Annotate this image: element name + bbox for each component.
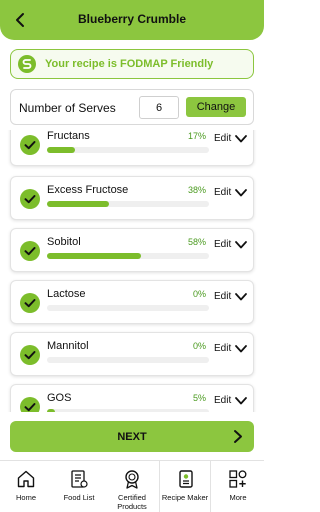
component-percent: 17% bbox=[187, 131, 206, 141]
component-name: Lactose bbox=[47, 288, 86, 300]
progress-track bbox=[47, 357, 209, 363]
chevron-right-icon bbox=[234, 430, 242, 443]
component-percent: 0% bbox=[192, 289, 206, 299]
serves-panel: Number of Serves Change bbox=[10, 89, 254, 125]
progress-track bbox=[47, 409, 209, 412]
check-circle-icon bbox=[20, 241, 40, 261]
check-circle-icon bbox=[20, 135, 40, 155]
component-percent: 38% bbox=[187, 185, 206, 195]
fodmap-list[interactable]: Fructans 17% Edit Excess Fructose 38% Ed… bbox=[0, 130, 264, 412]
nav-home[interactable]: Home bbox=[0, 461, 52, 512]
next-button[interactable]: NEXT bbox=[10, 421, 254, 452]
food-list-icon bbox=[71, 470, 88, 488]
nav-label: More bbox=[229, 493, 247, 502]
check-circle-icon bbox=[20, 293, 40, 313]
progress-track bbox=[47, 201, 209, 207]
check-circle-icon bbox=[20, 189, 40, 209]
more-icon bbox=[229, 470, 247, 488]
list-item-excess-fructose: Excess Fructose 38% Edit bbox=[10, 176, 254, 220]
nav-more[interactable]: More bbox=[212, 461, 264, 512]
chevron-down-icon[interactable] bbox=[235, 240, 247, 250]
check-circle-icon bbox=[20, 397, 40, 412]
list-item-lactose: Lactose 0% Edit bbox=[10, 280, 254, 324]
progress-fill bbox=[47, 253, 141, 259]
chevron-down-icon[interactable] bbox=[235, 188, 247, 198]
nav-label: Recipe Maker bbox=[161, 493, 209, 502]
component-percent: 58% bbox=[187, 237, 206, 247]
recipe-maker-icon bbox=[179, 470, 193, 488]
nav-label: Certified Products bbox=[117, 493, 147, 511]
home-icon bbox=[17, 470, 35, 488]
serves-label: Number of Serves bbox=[19, 101, 116, 115]
edit-button[interactable]: Edit bbox=[214, 395, 231, 406]
chevron-down-icon[interactable] bbox=[235, 396, 247, 406]
edit-button[interactable]: Edit bbox=[214, 343, 231, 354]
check-circle-icon bbox=[20, 345, 40, 365]
edit-button[interactable]: Edit bbox=[214, 187, 231, 198]
component-percent: 5% bbox=[192, 393, 206, 403]
progress-fill bbox=[47, 409, 56, 412]
page-title: Blueberry Crumble bbox=[77, 12, 187, 26]
progress-track bbox=[47, 147, 209, 153]
change-button[interactable]: Change bbox=[186, 97, 246, 117]
edit-button[interactable]: Edit bbox=[214, 239, 231, 250]
fodmap-logo-icon bbox=[18, 55, 36, 73]
component-name: GOS bbox=[47, 392, 72, 404]
serves-input[interactable] bbox=[139, 96, 179, 119]
nav-certified-products[interactable]: Certified Products bbox=[106, 461, 158, 512]
progress-fill bbox=[47, 147, 75, 153]
header-bar: Blueberry Crumble bbox=[0, 0, 264, 40]
nav-label: Home bbox=[15, 493, 36, 502]
component-name: Fructans bbox=[47, 130, 90, 142]
banner-text: Your recipe is FODMAP Friendly bbox=[45, 58, 214, 70]
list-item-fructans: Fructans 17% Edit bbox=[10, 130, 254, 166]
nav-recipe-maker[interactable]: Recipe Maker bbox=[159, 461, 211, 512]
next-label: NEXT bbox=[117, 431, 147, 443]
edit-button[interactable]: Edit bbox=[214, 133, 231, 144]
nav-food-list[interactable]: Food List bbox=[53, 461, 105, 512]
component-name: Excess Fructose bbox=[47, 184, 129, 196]
progress-track bbox=[47, 253, 209, 259]
component-name: Sobitol bbox=[47, 236, 81, 248]
list-item-sobitol: Sobitol 58% Edit bbox=[10, 228, 254, 272]
chevron-down-icon[interactable] bbox=[235, 292, 247, 302]
component-name: Mannitol bbox=[47, 340, 89, 352]
progress-track bbox=[47, 305, 209, 311]
nav-label: Food List bbox=[63, 493, 95, 502]
chevron-down-icon[interactable] bbox=[235, 134, 247, 144]
chevron-down-icon[interactable] bbox=[235, 344, 247, 354]
fodmap-friendly-banner: Your recipe is FODMAP Friendly bbox=[10, 49, 254, 79]
edit-button[interactable]: Edit bbox=[214, 291, 231, 302]
list-item-mannitol: Mannitol 0% Edit bbox=[10, 332, 254, 376]
bottom-nav: Home Food List Certified Products Recipe… bbox=[0, 460, 264, 512]
list-item-gos: GOS 5% Edit bbox=[10, 384, 254, 412]
certified-products-icon bbox=[125, 470, 139, 489]
progress-fill bbox=[47, 201, 109, 207]
component-percent: 0% bbox=[192, 341, 206, 351]
